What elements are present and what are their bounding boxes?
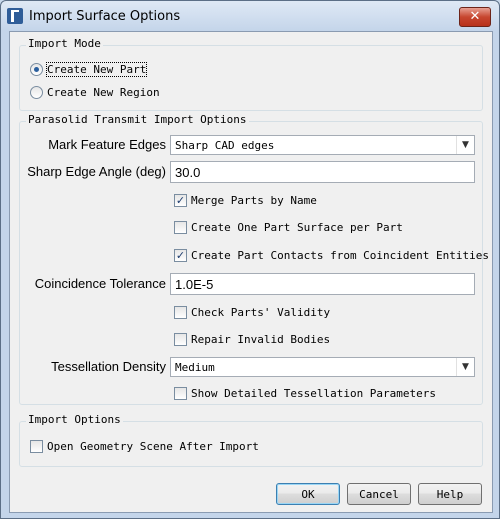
checkbox-checked-icon[interactable]: ✓ (174, 194, 187, 207)
coincidence-tolerance-label: Coincidence Tolerance (34, 276, 166, 291)
ok-button[interactable]: OK (276, 483, 340, 505)
checkbox-unchecked-icon[interactable] (174, 221, 187, 234)
one-surface-per-part-label: Create One Part Surface per Part (191, 221, 403, 234)
check-validity-label: Check Parts' Validity (191, 306, 331, 319)
close-button[interactable]: ✕ (459, 7, 491, 27)
checkbox-checked-icon[interactable]: ✓ (174, 249, 187, 262)
coincidence-tolerance-input[interactable] (171, 274, 474, 294)
open-geometry-scene-label: Open Geometry Scene After Import (47, 440, 259, 453)
chevron-down-icon[interactable]: ▼ (456, 358, 474, 376)
one-surface-per-part-checkbox[interactable]: Create One Part Surface per Part (174, 221, 403, 234)
cancel-button[interactable]: Cancel (347, 483, 411, 505)
radio-create-new-part[interactable]: Create New Part (30, 62, 148, 77)
dialog-body: Import Mode Create New Part Create New R… (9, 31, 493, 513)
merge-parts-label: Merge Parts by Name (191, 194, 317, 207)
parasolid-options-group: Parasolid Transmit Import Options Mark F… (19, 113, 489, 405)
checkbox-unchecked-icon[interactable] (174, 333, 187, 346)
part-contacts-checkbox[interactable]: ✓ Create Part Contacts from Coincident E… (174, 249, 489, 262)
app-icon (7, 8, 23, 24)
tessellation-density-value: Medium (175, 361, 215, 374)
merge-parts-checkbox[interactable]: ✓ Merge Parts by Name (174, 194, 317, 207)
checkbox-unchecked-icon[interactable] (174, 306, 187, 319)
import-mode-group: Import Mode Create New Part Create New R… (19, 37, 483, 111)
mark-feature-edges-value: Sharp CAD edges (175, 139, 275, 152)
dialog-window: Import Surface Options ✕ Import Mode Cre… (0, 0, 500, 519)
part-contacts-label: Create Part Contacts from Coincident Ent… (191, 249, 490, 262)
import-options-group: Import Options Open Geometry Scene After… (19, 413, 483, 467)
window-title: Import Surface Options (29, 9, 181, 24)
radio-create-new-region[interactable]: Create New Region (30, 86, 160, 99)
check-validity-checkbox[interactable]: Check Parts' Validity (174, 306, 330, 319)
parasolid-options-label: Parasolid Transmit Import Options (26, 113, 249, 126)
sharp-edge-angle-field[interactable] (170, 161, 475, 183)
create-new-region-label: Create New Region (47, 86, 160, 99)
radio-selected-icon[interactable] (30, 63, 43, 76)
repair-invalid-checkbox[interactable]: Repair Invalid Bodies (174, 333, 330, 346)
import-options-label: Import Options (26, 413, 123, 426)
checkbox-unchecked-icon[interactable] (174, 387, 187, 400)
sharp-edge-angle-label: Sharp Edge Angle (deg) (27, 164, 166, 179)
help-button[interactable]: Help (418, 483, 482, 505)
radio-unselected-icon[interactable] (30, 86, 43, 99)
coincidence-tolerance-field[interactable] (170, 273, 475, 295)
tessellation-density-label: Tessellation Density (51, 359, 166, 374)
open-geometry-scene-checkbox[interactable]: Open Geometry Scene After Import (30, 440, 259, 453)
import-mode-label: Import Mode (26, 37, 103, 50)
repair-invalid-label: Repair Invalid Bodies (191, 333, 331, 346)
tessellation-density-select[interactable]: Medium ▼ (170, 357, 475, 377)
sharp-edge-angle-input[interactable] (171, 162, 474, 182)
chevron-down-icon[interactable]: ▼ (456, 136, 474, 154)
show-tessellation-params-label: Show Detailed Tessellation Parameters (191, 387, 437, 400)
title-bar[interactable]: Import Surface Options ✕ (1, 1, 499, 31)
mark-feature-edges-label: Mark Feature Edges (48, 137, 166, 152)
show-tessellation-params-checkbox[interactable]: Show Detailed Tessellation Parameters (174, 387, 436, 400)
mark-feature-edges-select[interactable]: Sharp CAD edges ▼ (170, 135, 475, 155)
create-new-part-label: Create New Part (45, 62, 148, 77)
checkbox-unchecked-icon[interactable] (30, 440, 43, 453)
